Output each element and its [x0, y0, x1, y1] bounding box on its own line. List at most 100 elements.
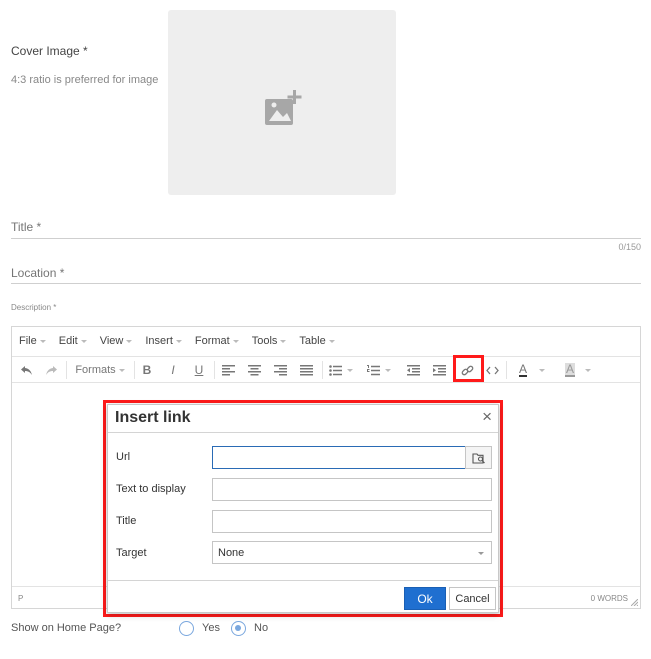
menu-edit[interactable]: Edit — [59, 335, 87, 347]
toolbar-separator — [506, 361, 507, 379]
toolbar-separator — [214, 361, 215, 379]
align-right-button[interactable] — [272, 361, 288, 379]
chevron-down-icon — [175, 339, 182, 343]
indent-button[interactable] — [431, 361, 447, 379]
menu-edit-label: Edit — [58, 335, 78, 347]
title-underline — [11, 238, 641, 239]
text-to-display-input[interactable] — [212, 478, 492, 501]
align-center-button[interactable] — [246, 361, 262, 379]
description-label: Description * — [11, 303, 57, 312]
chevron-down-icon — [118, 368, 125, 372]
outdent-icon — [406, 364, 420, 375]
location-underline — [11, 283, 641, 284]
cover-image-label: Cover Image * — [11, 44, 88, 58]
menu-table[interactable]: Table — [299, 335, 335, 347]
word-count: 0 WORDS — [590, 594, 628, 603]
menu-insert[interactable]: Insert — [145, 335, 182, 347]
background-color-icon: A — [564, 362, 575, 377]
browse-icon — [471, 452, 485, 464]
align-left-icon — [221, 364, 235, 375]
toolbar-separator — [134, 361, 135, 379]
chevron-down-icon — [539, 368, 545, 372]
target-selected-value: None — [218, 546, 245, 559]
justify-button[interactable] — [298, 361, 314, 379]
undo-icon — [20, 365, 32, 375]
link-button-highlight — [453, 355, 484, 382]
outdent-button[interactable] — [405, 361, 421, 379]
background-color-glyph: A — [565, 362, 574, 376]
cover-image-upload[interactable] — [168, 10, 396, 195]
chevron-down-icon — [385, 368, 391, 372]
chevron-down-icon — [478, 552, 484, 555]
source-code-button[interactable] — [484, 361, 500, 379]
close-icon[interactable]: × — [482, 407, 492, 427]
home-page-yes-radio[interactable] — [179, 621, 194, 636]
menu-view-label: View — [99, 335, 124, 347]
background-color-button[interactable]: A — [558, 361, 598, 379]
editor-toolbar: Formats B I U A A — [12, 356, 640, 383]
align-justify-icon — [299, 364, 313, 375]
home-page-no-label: No — [254, 622, 269, 634]
bold-button[interactable]: B — [139, 361, 155, 379]
dialog-header-divider — [108, 432, 498, 433]
home-page-no-radio[interactable] — [231, 621, 246, 636]
indent-icon — [432, 364, 446, 375]
chevron-down-icon — [232, 339, 239, 343]
undo-button[interactable] — [18, 361, 34, 379]
insert-link-dialog: Insert link × Url Text to display Title … — [107, 404, 499, 613]
menu-tools-label: Tools — [251, 335, 278, 347]
italic-button[interactable]: I — [165, 361, 181, 379]
chevron-down-icon — [585, 368, 591, 372]
toolbar-separator — [322, 361, 323, 379]
bullet-list-icon — [329, 364, 342, 376]
location-input[interactable] — [11, 264, 641, 282]
underline-button[interactable]: U — [191, 361, 207, 379]
text-to-display-label: Text to display — [116, 483, 186, 495]
menu-file-label: File — [19, 335, 37, 347]
target-select[interactable]: None — [212, 541, 492, 564]
title-char-counter: 0/150 — [618, 242, 641, 252]
chevron-down-icon — [126, 339, 133, 343]
editor-menubar: File Edit View Insert Format Tools Table — [12, 327, 640, 355]
target-label: Target — [116, 547, 147, 559]
title-input[interactable] — [11, 218, 641, 236]
numbered-list-icon — [367, 364, 380, 375]
cancel-button[interactable]: Cancel — [449, 587, 496, 610]
menu-format[interactable]: Format — [195, 335, 239, 347]
redo-icon — [45, 365, 57, 375]
home-page-label: Show on Home Page? — [11, 622, 122, 634]
title-label: Title — [116, 515, 137, 527]
ok-button[interactable]: Ok — [404, 587, 446, 610]
menu-file[interactable]: File — [19, 335, 46, 347]
menu-format-label: Format — [194, 335, 230, 347]
chevron-down-icon — [328, 339, 335, 343]
add-photo-icon — [265, 90, 302, 125]
align-right-icon — [273, 364, 287, 375]
chevron-down-icon — [39, 339, 46, 343]
text-color-button[interactable]: A — [512, 361, 552, 379]
formats-dropdown[interactable]: Formats — [72, 361, 128, 379]
browse-button[interactable] — [465, 446, 492, 469]
redo-button[interactable] — [43, 361, 59, 379]
bold-glyph: B — [142, 363, 152, 377]
menu-table-label: Table — [299, 335, 326, 347]
dialog-footer-divider — [108, 580, 498, 581]
link-title-input[interactable] — [212, 510, 492, 533]
align-left-button[interactable] — [220, 361, 236, 379]
dialog-title: Insert link — [115, 409, 191, 426]
bullet-list-button[interactable] — [327, 361, 355, 379]
numbered-list-button[interactable] — [365, 361, 393, 379]
url-input[interactable] — [212, 446, 466, 469]
resize-handle-icon[interactable] — [631, 599, 638, 606]
cover-image-hint: 4:3 ratio is preferred for image — [11, 74, 159, 86]
home-page-yes-label: Yes — [202, 622, 220, 634]
menu-tools[interactable]: Tools — [252, 335, 287, 347]
italic-glyph: I — [171, 363, 175, 377]
code-icon — [485, 366, 499, 374]
underline-glyph: U — [194, 363, 204, 377]
align-center-icon — [247, 364, 261, 375]
menu-view[interactable]: View — [100, 335, 133, 347]
menu-insert-label: Insert — [145, 335, 173, 347]
chevron-down-icon — [280, 339, 287, 343]
formats-label: Formats — [75, 364, 116, 376]
